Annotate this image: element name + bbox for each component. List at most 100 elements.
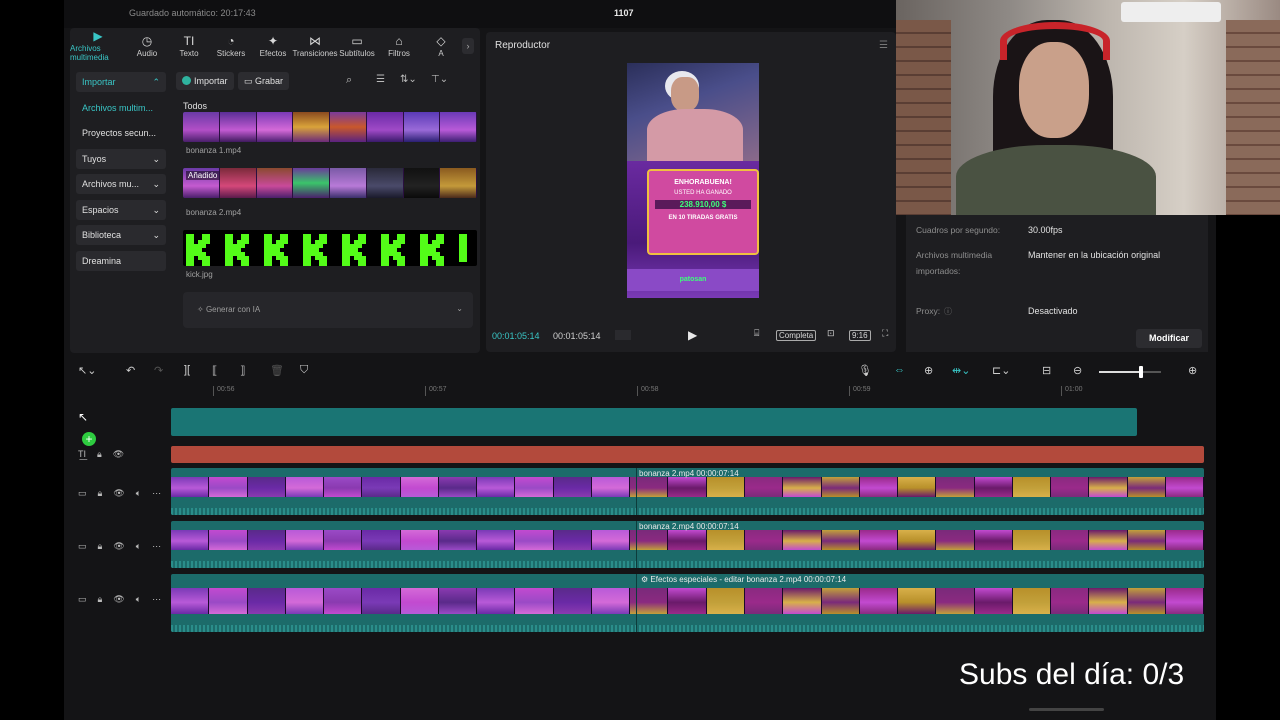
effects-tag[interactable]: Efectos especiales - editar — [650, 575, 744, 584]
magnet-icon[interactable]: ⇹⌄ — [952, 364, 970, 377]
add-track-cursor[interactable]: ↖ + — [78, 410, 100, 446]
clip-frame — [553, 530, 592, 550]
delete-icon[interactable]: 🗑 — [270, 364, 284, 377]
split-right-icon[interactable]: ⟧ — [240, 364, 245, 377]
player-menu-icon[interactable]: ☰ — [879, 40, 888, 51]
sidebar-item-3[interactable]: Tuyos ⌄ — [76, 148, 166, 169]
media-thumb-bonanza1[interactable] — [183, 112, 477, 142]
view-list-icon[interactable]: ☰ — [376, 74, 385, 85]
win-banner: ENHORABUENA! USTED HA GANADO 238.910,00 … — [627, 161, 759, 298]
media-tab-label: Filtros — [388, 48, 410, 58]
toolbar-scroll-right-button[interactable]: › — [462, 38, 474, 54]
zoom-slider-handle[interactable] — [1139, 366, 1143, 378]
sidebar-item-label: Importar — [82, 77, 116, 87]
mute-icon[interactable]: 🔈︎ — [136, 541, 141, 552]
import-button[interactable]: Importar — [176, 72, 234, 90]
all-filter-label[interactable]: Todos — [183, 101, 207, 111]
eye-icon[interactable]: 👁︎ — [113, 449, 124, 460]
sticker-icon: ◔ — [227, 33, 235, 48]
play-button[interactable]: ▶ — [688, 328, 697, 342]
caption-icon[interactable]: ⊟ — [1042, 364, 1051, 377]
zoom-slider-track[interactable] — [1099, 371, 1141, 373]
player-title: Reproductor — [495, 40, 551, 51]
media-thumb-kick[interactable] — [183, 230, 477, 266]
proxy-label: Proxy: — [916, 306, 941, 316]
cover-icon[interactable]: ▭ — [78, 594, 87, 605]
video-clip[interactable]: ⚙ Efectos especiales - editar bonanza 2.… — [171, 574, 1204, 632]
sidebar-item-2[interactable]: Proyectos secun... — [76, 123, 166, 143]
split-left-icon[interactable]: ⟦ — [212, 364, 217, 377]
media-tab-subtitles[interactable]: ▭ Subtítulos — [336, 28, 378, 64]
media-tab-label: A — [438, 48, 444, 58]
sidebar-item-5[interactable]: Espacios ⌄ — [76, 199, 166, 220]
sort-icon[interactable]: ⇅⌄ — [400, 74, 417, 85]
lock-icon[interactable]: 🔒︎ — [97, 449, 102, 460]
modify-button[interactable]: Modificar — [1136, 329, 1202, 348]
video-preview[interactable]: ENHORABUENA! USTED HA GANADO 238.910,00 … — [627, 63, 759, 298]
timeline-ruler[interactable]: 00:56 00:57 00:58 00:59 01:00 — [171, 384, 1216, 398]
clip-frame — [438, 588, 478, 614]
filter-icon[interactable]: ⊤⌄ — [431, 74, 448, 85]
eye-icon[interactable]: 👁︎ — [113, 488, 124, 499]
snapshot-icon[interactable]: ⊡ — [827, 328, 835, 339]
media-tools: Importar ▭ Grabar ⌕ ☰ ⇅⌄ ⊤⌄ — [176, 72, 476, 92]
sidebar-item-0[interactable]: Importar ⌃ — [76, 72, 166, 92]
cover-icon[interactable]: ▭ — [78, 541, 87, 552]
media-tab-effects[interactable]: ✦ Efectos — [252, 28, 294, 64]
mute-icon[interactable]: 🔈︎ — [136, 594, 141, 605]
undo-icon[interactable]: ↶ — [126, 364, 135, 377]
sidebar-item-1[interactable]: Archivos multim... — [76, 98, 166, 118]
help-icon[interactable]: ⓘ — [944, 306, 952, 317]
link-icon[interactable]: ⇔ — [894, 364, 905, 376]
audio-toggle-icon[interactable]: ⌸ — [754, 328, 759, 339]
more-icon[interactable]: ⋯ — [152, 541, 161, 552]
quality-full-button[interactable]: Completa — [776, 330, 817, 341]
video-clip[interactable]: bonanza 2.mp4 00:00:07:14 — [171, 468, 1204, 515]
split-icon[interactable]: ][ — [184, 364, 190, 376]
media-tab-text[interactable]: TI Texto — [168, 28, 210, 64]
microphone-icon[interactable]: 🎙 — [858, 364, 872, 377]
more-icon[interactable]: ⋯ — [152, 594, 161, 605]
sidebar-item-6[interactable]: Biblioteca ⌄ — [76, 225, 166, 245]
generate-ai-dropdown[interactable]: ✧ Generar con IA ⌄ — [183, 292, 473, 328]
marker-icon[interactable]: ⛉ — [300, 364, 308, 377]
sidebar-item-4[interactable]: Archivos mu... ⌄ — [76, 174, 166, 194]
clip-frame — [285, 477, 325, 497]
search-icon[interactable]: ⌕ — [346, 74, 352, 87]
aspect-ratio-button[interactable]: 9:16 — [849, 330, 871, 341]
zoom-slider-rest — [1141, 371, 1161, 373]
media-tab-more[interactable]: ◇ A — [420, 28, 462, 64]
video-clip[interactable]: bonanza 2.mp4 00:00:07:14 — [171, 521, 1204, 568]
clip-frame — [400, 477, 439, 497]
zoom-out-icon[interactable]: ⊖ — [1073, 364, 1082, 377]
sidebar-item-7[interactable]: Dreamina — [76, 250, 166, 271]
media-thumb-bonanza2[interactable]: Añadido — [183, 168, 477, 198]
sticker-clip[interactable] — [171, 408, 1137, 436]
horizontal-scrollbar[interactable] — [1029, 708, 1104, 711]
clip-frame — [1127, 530, 1166, 550]
mute-icon[interactable]: 🔈︎ — [136, 488, 141, 499]
lock-icon[interactable]: 🔒︎ — [98, 594, 103, 605]
record-button[interactable]: ▭ Grabar — [238, 72, 290, 90]
zoom-in-icon[interactable]: ⊕ — [1188, 364, 1197, 377]
media-tab-transitions[interactable]: ⋈ Transiciones — [292, 28, 337, 64]
snap-icon[interactable]: ⊕ — [924, 364, 933, 377]
text-clip[interactable] — [171, 446, 1204, 463]
media-tab-sticker[interactable]: ◔ Stickers — [210, 28, 252, 64]
media-tab-filters[interactable]: ⌂ Filtros — [378, 28, 420, 64]
more-icon[interactable]: ⋯ — [152, 488, 161, 499]
lock-icon[interactable]: 🔒︎ — [98, 541, 103, 552]
text-icon: TI — [183, 33, 195, 48]
eye-icon[interactable]: 👁︎ — [113, 541, 124, 552]
preview-axis-icon[interactable]: ⊏⌄ — [992, 364, 1010, 377]
select-tool-icon[interactable]: ↖⌄ — [78, 364, 96, 377]
media-tab-audio[interactable]: ◷ Audio — [126, 28, 168, 64]
fullscreen-icon[interactable]: ⛶ — [882, 328, 888, 339]
lock-icon[interactable]: 🔒︎ — [98, 488, 103, 499]
cover-icon[interactable]: ▭ — [78, 488, 87, 499]
added-badge: Añadido — [186, 171, 220, 180]
clip-frame — [744, 588, 784, 614]
redo-icon[interactable]: ↷ — [154, 364, 163, 377]
media-tab-media[interactable]: ▶ Archivos multimedia — [70, 28, 126, 64]
eye-icon[interactable]: 👁︎ — [113, 594, 124, 605]
